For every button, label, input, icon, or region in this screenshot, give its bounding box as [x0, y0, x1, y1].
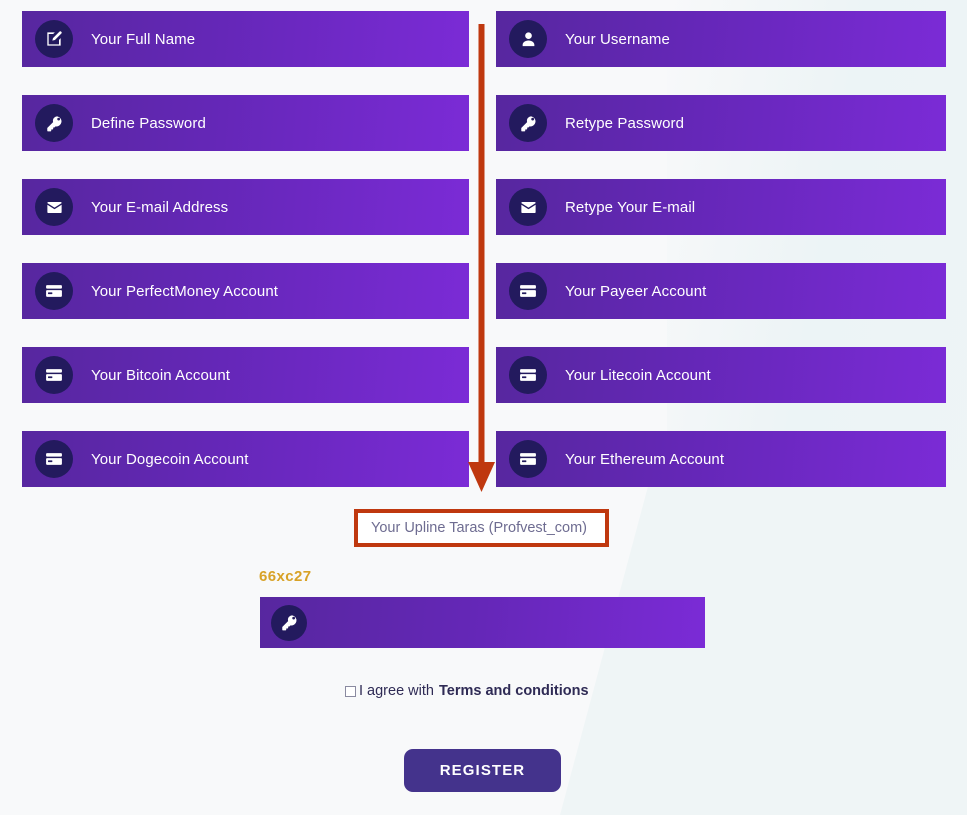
input-field-label: Your Dogecoin Account	[91, 450, 249, 468]
terms-row: I agree with Terms and conditions	[345, 683, 589, 699]
captcha-input[interactable]	[260, 597, 705, 648]
terms-checkbox[interactable]	[345, 685, 356, 697]
input-field-your-litecoin-account[interactable]: Your Litecoin Account	[496, 347, 946, 403]
annotation-down-arrow-icon	[462, 20, 502, 500]
key-icon	[35, 104, 73, 142]
credit-card-icon	[509, 440, 547, 478]
credit-card-icon	[35, 272, 73, 310]
input-field-label: Your Payeer Account	[565, 282, 707, 300]
credit-card-icon	[35, 356, 73, 394]
input-field-label: Your E-mail Address	[91, 198, 229, 216]
input-field-label: Your Bitcoin Account	[91, 366, 231, 384]
key-icon	[271, 604, 307, 641]
credit-card-icon	[35, 440, 73, 478]
user-icon	[509, 20, 547, 58]
terms-and-conditions-link[interactable]: Terms and conditions	[439, 683, 589, 699]
input-field-your-bitcoin-account[interactable]: Your Bitcoin Account	[22, 347, 469, 403]
envelope-icon	[35, 188, 73, 226]
captcha-code-text: 66xc27	[259, 568, 312, 585]
register-button[interactable]: REGISTER	[404, 749, 561, 792]
credit-card-icon	[509, 272, 547, 310]
edit-pencil-icon	[35, 20, 73, 58]
input-field-retype-your-e-mail[interactable]: Retype Your E-mail	[496, 179, 946, 235]
input-field-your-username[interactable]: Your Username	[496, 11, 946, 67]
input-field-label: Retype Password	[565, 114, 685, 132]
input-field-your-full-name[interactable]: Your Full Name	[22, 11, 469, 67]
terms-agree-label: I agree with	[359, 683, 434, 699]
input-field-your-perfectmoney-account[interactable]: Your PerfectMoney Account	[22, 263, 469, 319]
input-field-label: Your Ethereum Account	[565, 450, 725, 468]
input-field-label: Define Password	[91, 114, 206, 132]
upline-field[interactable]: Your Upline Taras (Profvest_com)	[354, 509, 609, 547]
input-field-define-password[interactable]: Define Password	[22, 95, 469, 151]
input-field-your-ethereum-account[interactable]: Your Ethereum Account	[496, 431, 946, 487]
input-field-your-payeer-account[interactable]: Your Payeer Account	[496, 263, 946, 319]
input-field-your-dogecoin-account[interactable]: Your Dogecoin Account	[22, 431, 469, 487]
input-field-label: Your PerfectMoney Account	[91, 282, 279, 300]
registration-form: Your Full Name Your Username Define Passwo…	[0, 0, 967, 815]
input-field-label: Your Litecoin Account	[565, 366, 711, 384]
upline-field-text: Your Upline Taras (Profvest_com)	[371, 520, 587, 536]
credit-card-icon	[509, 356, 547, 394]
key-icon	[509, 104, 547, 142]
input-field-label: Your Full Name	[91, 30, 196, 48]
envelope-icon	[509, 188, 547, 226]
input-field-label: Your Username	[565, 30, 670, 48]
input-field-label: Retype Your E-mail	[565, 198, 696, 216]
input-field-retype-password[interactable]: Retype Password	[496, 95, 946, 151]
input-field-your-e-mail-address[interactable]: Your E-mail Address	[22, 179, 469, 235]
